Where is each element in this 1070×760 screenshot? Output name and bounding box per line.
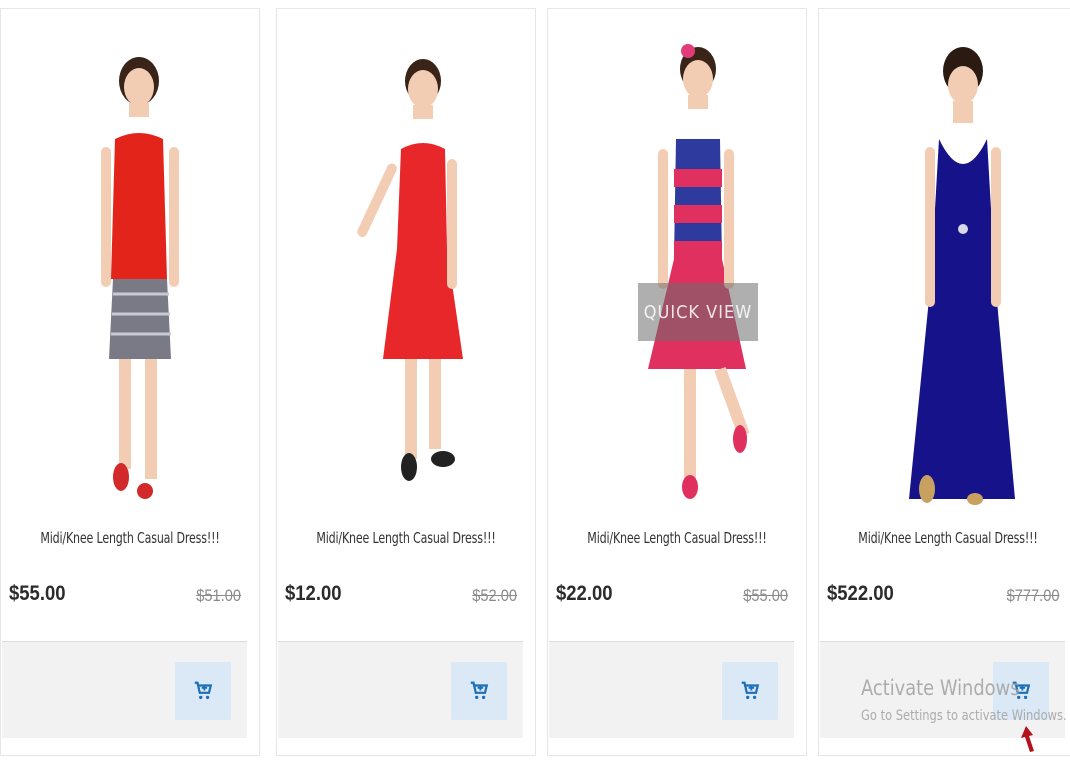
product-old-price: $777.00 [1006, 586, 1059, 605]
product-card[interactable]: Midi/Knee Length Casual Dress!!! $12.00 … [276, 8, 536, 756]
add-to-cart-button[interactable] [722, 662, 778, 720]
product-image[interactable] [297, 29, 517, 509]
product-image[interactable]: QUICK VIEW [568, 29, 788, 509]
product-image[interactable] [21, 29, 241, 509]
product-card[interactable]: QUICK VIEW Midi/Knee Length Casual Dress… [547, 8, 807, 756]
girl-red-top-dress-image [101, 57, 179, 499]
card-footer [2, 641, 247, 738]
girl-red-dress-image [357, 59, 463, 481]
add-to-cart-button[interactable] [993, 662, 1049, 720]
red-arrow-cursor-icon [1021, 726, 1034, 752]
product-old-price: $55.00 [743, 586, 788, 605]
product-title[interactable]: Midi/Knee Length Casual Dress!!! [571, 529, 783, 547]
product-old-price: $52.00 [472, 586, 517, 605]
cart-plus-icon [741, 681, 760, 700]
card-footer [549, 641, 794, 738]
girl-striped-dress-image [648, 44, 750, 499]
product-price: $22.00 [556, 582, 613, 605]
girl-navy-gown-image [909, 47, 1015, 505]
product-price: $55.00 [9, 582, 66, 605]
quick-view-button[interactable]: QUICK VIEW [638, 283, 758, 341]
product-price: $12.00 [285, 582, 342, 605]
card-footer [278, 641, 523, 738]
product-old-price: $51.00 [196, 586, 241, 605]
product-card[interactable]: Midi/Knee Length Casual Dress!!! $522.00… [818, 8, 1070, 756]
product-title[interactable]: Midi/Knee Length Casual Dress!!! [300, 529, 512, 547]
add-to-cart-button[interactable] [451, 662, 507, 720]
product-image[interactable] [839, 29, 1059, 509]
product-price: $522.00 [827, 582, 894, 605]
add-to-cart-button[interactable] [175, 662, 231, 720]
product-title[interactable]: Midi/Knee Length Casual Dress!!! [24, 529, 236, 547]
cart-plus-icon [194, 681, 213, 700]
cart-plus-icon [470, 681, 489, 700]
product-title[interactable]: Midi/Knee Length Casual Dress!!! [842, 529, 1054, 547]
cart-plus-icon [1012, 681, 1031, 700]
product-grid: Midi/Knee Length Casual Dress!!! $55.00 … [0, 0, 1070, 760]
product-card[interactable]: Midi/Knee Length Casual Dress!!! $55.00 … [0, 8, 260, 756]
